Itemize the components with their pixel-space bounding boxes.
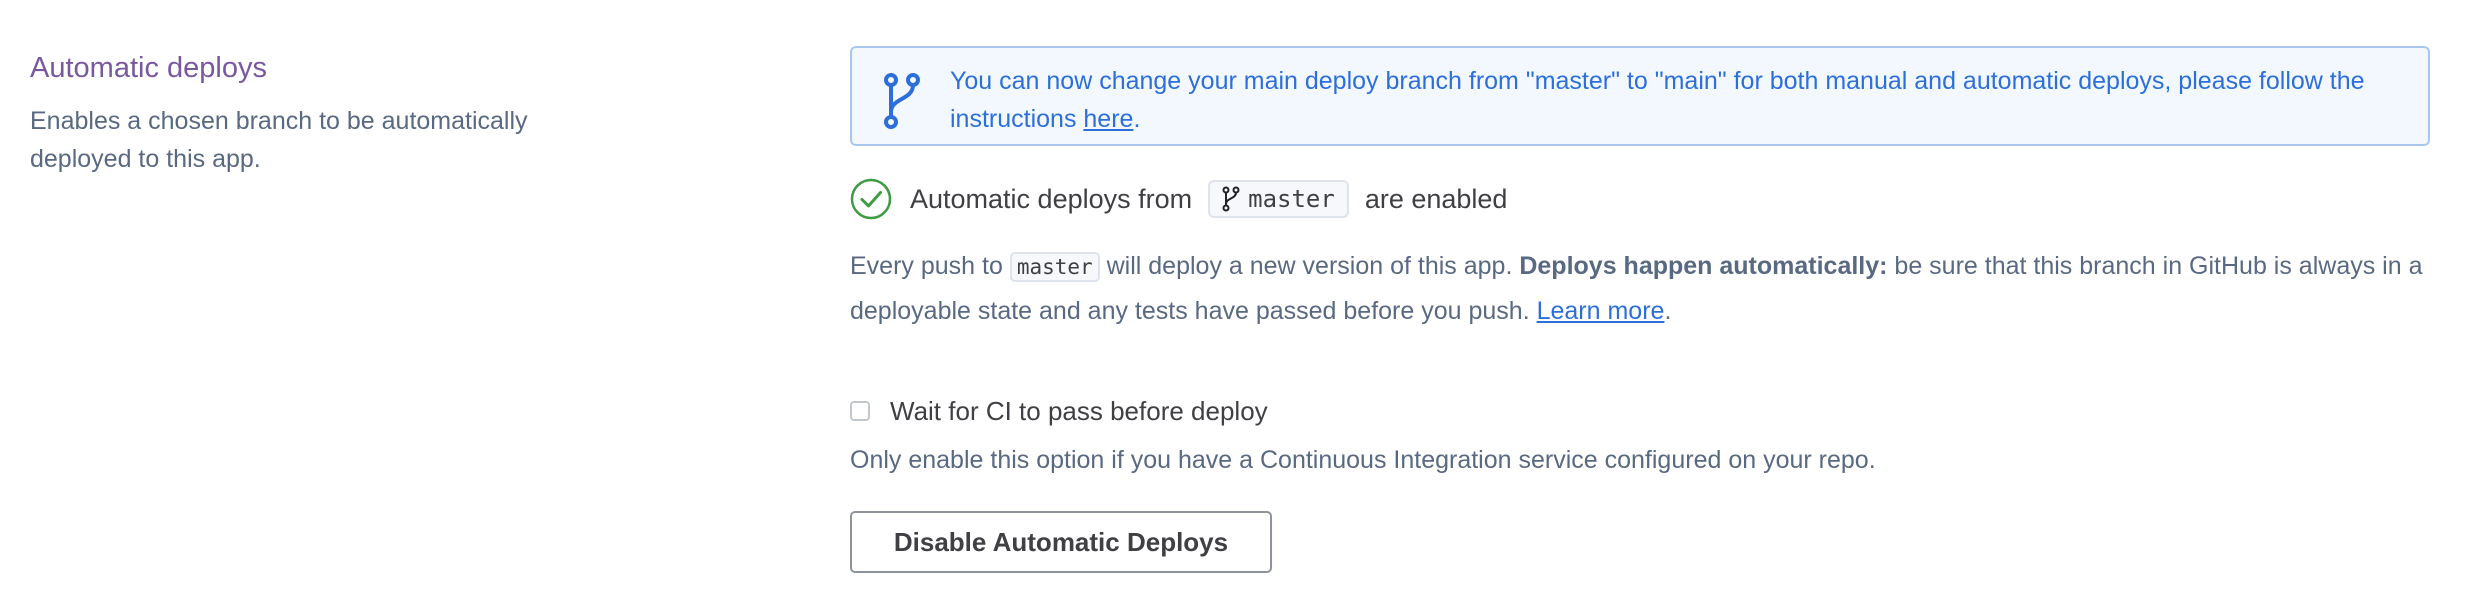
notice-suffix: . bbox=[1133, 105, 1141, 133]
notice-message: You can now change your main deploy bran… bbox=[950, 67, 2365, 133]
description-suffix: . bbox=[1664, 297, 1672, 325]
section-description: Enables a chosen branch to be automatica… bbox=[30, 107, 528, 173]
git-branch-icon bbox=[1222, 186, 1240, 212]
branch-code: master bbox=[1009, 252, 1100, 282]
section-content: You can now change your main deploy bran… bbox=[850, 46, 2430, 573]
section-title: Automatic deploys bbox=[30, 52, 267, 84]
learn-more-link[interactable]: Learn more bbox=[1537, 297, 1665, 325]
branch-rename-notice: You can now change your main deploy bran… bbox=[850, 46, 2430, 146]
wait-for-ci-option[interactable]: Wait for CI to pass before deploy bbox=[850, 393, 2430, 429]
description-text: will deploy a new version of this app. bbox=[1099, 252, 1520, 280]
wait-for-ci-help: Only enable this option if you have a Co… bbox=[850, 446, 1876, 474]
description-text: Every push to bbox=[850, 252, 1010, 280]
branch-name: master bbox=[1248, 185, 1335, 213]
git-branch-icon bbox=[884, 73, 920, 129]
section-header: Automatic deploys Enables a chosen branc… bbox=[30, 48, 630, 178]
deploy-description: Every push to master will deploy a new v… bbox=[850, 244, 2430, 333]
wait-for-ci-checkbox[interactable] bbox=[850, 401, 870, 421]
check-circle-icon bbox=[850, 178, 892, 220]
instructions-link[interactable]: here bbox=[1083, 105, 1133, 133]
automatic-deploys-section: Automatic deploys Enables a chosen branc… bbox=[0, 0, 2468, 600]
wait-for-ci-label[interactable]: Wait for CI to pass before deploy bbox=[890, 396, 1268, 427]
disable-automatic-deploys-button[interactable]: Disable Automatic Deploys bbox=[850, 511, 1272, 573]
description-emphasis: Deploys happen automatically: bbox=[1519, 252, 1888, 280]
status-suffix: are enabled bbox=[1364, 183, 1508, 214]
branch-badge: master bbox=[1208, 180, 1349, 218]
deploy-status: Automatic deploys from master are enable… bbox=[850, 176, 2430, 222]
status-prefix: Automatic deploys from bbox=[910, 183, 1193, 214]
notice-text: You can now change your main deploy bran… bbox=[950, 62, 2404, 138]
